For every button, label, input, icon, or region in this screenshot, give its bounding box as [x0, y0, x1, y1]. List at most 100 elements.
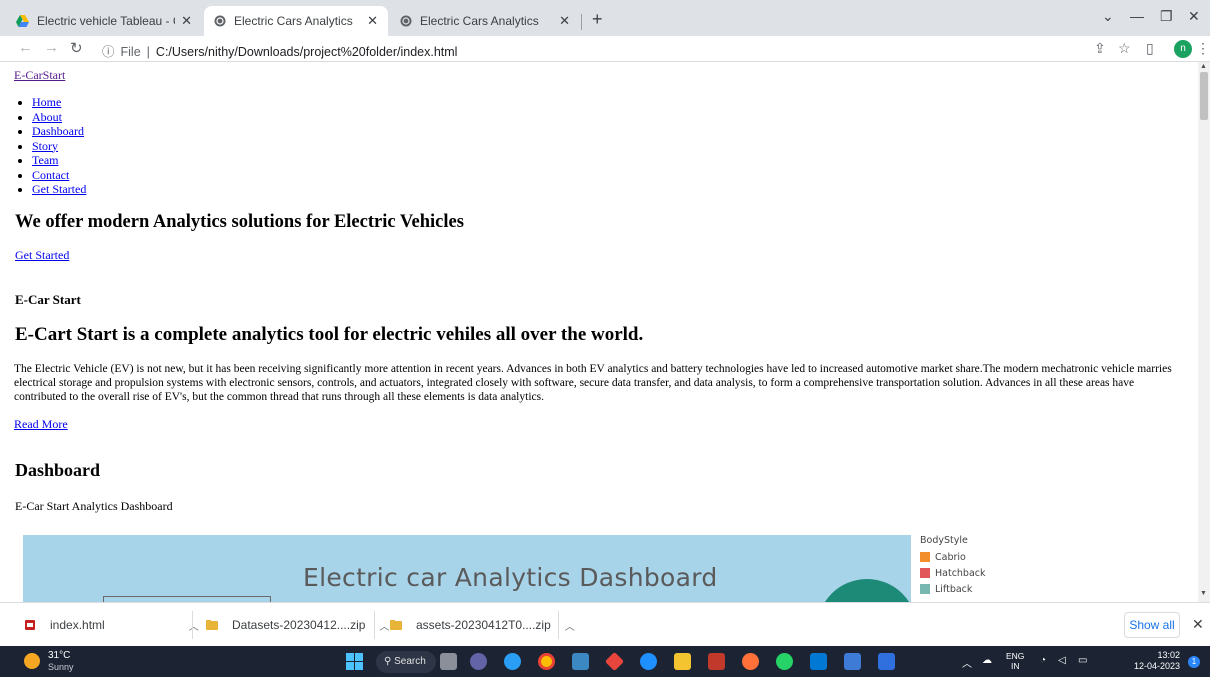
- battery-icon[interactable]: ▭: [1078, 655, 1087, 666]
- forward-arrow-icon[interactable]: →: [44, 39, 59, 56]
- taskbar-search-box[interactable]: ⚲ Search: [376, 651, 436, 673]
- download-divider: [558, 611, 559, 639]
- new-tab-button[interactable]: +: [592, 9, 603, 30]
- download-shelf: index.html ︿ Datasets-20230412....zip ︿ …: [0, 602, 1210, 646]
- weather-condition[interactable]: Sunny: [48, 662, 74, 672]
- tab-electric-cars-analytics[interactable]: Electric Cars Analytics ✕: [390, 6, 580, 36]
- wifi-icon[interactable]: ◔: [1040, 655, 1046, 666]
- info-icon[interactable]: ⓘ: [102, 45, 115, 59]
- microsoft-store-icon[interactable]: [572, 653, 589, 670]
- zip-folder-icon: [390, 620, 402, 630]
- chevron-up-icon[interactable]: ︿: [189, 618, 199, 633]
- nav-link-get-started[interactable]: Get Started: [32, 182, 86, 196]
- vscode-icon[interactable]: [810, 653, 827, 670]
- close-icon[interactable]: ✕: [367, 13, 378, 29]
- page-viewport: E-CarStart Home About Dashboard Story Te…: [0, 62, 1198, 602]
- app-diamond-icon[interactable]: [604, 651, 625, 672]
- nav-item-story: Story: [32, 139, 86, 154]
- legend-item-cabrio[interactable]: Cabrio: [920, 549, 986, 565]
- clock-time: 13:02: [1157, 650, 1180, 660]
- app-blue-icon[interactable]: [640, 653, 657, 670]
- tab-google-drive[interactable]: Electric vehicle Tableau - Google ✕: [6, 6, 202, 36]
- html-file-icon: [25, 620, 35, 630]
- download-item-datasets-zip[interactable]: Datasets-20230412....zip ︿: [206, 603, 389, 647]
- onedrive-icon[interactable]: ☁: [982, 655, 992, 666]
- tab-search-chevron-icon[interactable]: ⌄: [1102, 8, 1114, 25]
- about-title: E-Cart Start is a complete analytics too…: [15, 324, 644, 345]
- nav-item-contact: Contact: [32, 168, 86, 183]
- download-filename: Datasets-20230412....zip: [232, 618, 366, 632]
- chevron-up-icon[interactable]: ︿: [962, 655, 972, 670]
- close-window-button[interactable]: ✕: [1188, 8, 1200, 25]
- close-icon[interactable]: ✕: [181, 13, 192, 29]
- notification-badge[interactable]: 1: [1188, 656, 1200, 668]
- restore-button[interactable]: ❐: [1160, 8, 1173, 25]
- scroll-up-arrow-icon[interactable]: ▲: [1200, 63, 1207, 70]
- firefox-icon[interactable]: [742, 653, 759, 670]
- scrollbar-thumb[interactable]: [1200, 72, 1208, 120]
- legend-swatch: [920, 552, 930, 562]
- nav-link-contact[interactable]: Contact: [32, 168, 69, 182]
- back-arrow-icon[interactable]: ←: [18, 39, 33, 56]
- edge-browser-icon[interactable]: [504, 653, 521, 670]
- url-scheme-label: File: [120, 45, 141, 59]
- whatsapp-icon[interactable]: [776, 653, 793, 670]
- app-shield-icon[interactable]: [708, 653, 725, 670]
- tableau-embed[interactable]: Electric car Analytics Dashboard: [23, 535, 911, 602]
- nav-link-story[interactable]: Story: [32, 139, 58, 153]
- download-item-index-html[interactable]: index.html ︿: [24, 603, 199, 647]
- windows-start-icon[interactable]: [346, 653, 363, 670]
- download-divider: [192, 611, 193, 639]
- nav-link-about[interactable]: About: [32, 110, 62, 124]
- scroll-down-arrow-icon[interactable]: ▼: [1200, 590, 1207, 597]
- hero-title: We offer modern Analytics solutions for …: [15, 212, 464, 232]
- weather-temperature[interactable]: 31°C: [48, 650, 70, 661]
- minimize-button[interactable]: —: [1130, 8, 1144, 24]
- dashboard-subtitle: E-Car Start Analytics Dashboard: [15, 499, 173, 513]
- legend-item-liftback[interactable]: Liftback: [920, 581, 986, 597]
- get-started-link[interactable]: Get Started: [15, 248, 69, 263]
- share-icon[interactable]: ⇪: [1094, 40, 1106, 57]
- page-scrollbar[interactable]: ▲ ▼: [1198, 62, 1210, 602]
- teams-chat-icon[interactable]: [470, 653, 487, 670]
- tab-title: Electric Cars Analytics: [234, 14, 353, 28]
- side-panel-icon[interactable]: ▯: [1146, 40, 1154, 57]
- tab-title: Electric Cars Analytics: [420, 14, 539, 28]
- nav-link-dashboard[interactable]: Dashboard: [32, 124, 84, 138]
- chevron-up-icon[interactable]: ︿: [565, 618, 575, 633]
- url-field[interactable]: ⓘ File | C:/Users/nithy/Downloads/project%2…: [102, 41, 457, 60]
- legend-item-hatchback[interactable]: Hatchback: [920, 565, 986, 581]
- tableau-dashboard-title: Electric car Analytics Dashboard: [303, 563, 718, 592]
- search-icon: ⚲: [384, 656, 395, 667]
- volume-icon[interactable]: ◁: [1058, 655, 1066, 666]
- file-explorer-icon[interactable]: [674, 653, 691, 670]
- profile-avatar[interactable]: n: [1174, 40, 1192, 58]
- star-icon[interactable]: ☆: [1118, 40, 1131, 57]
- legend-swatch: [920, 584, 930, 594]
- show-all-downloads-button[interactable]: Show all: [1124, 612, 1180, 638]
- legend-label: Liftback: [935, 583, 973, 595]
- reload-icon[interactable]: ↻: [70, 39, 83, 57]
- notepad-icon[interactable]: [878, 653, 895, 670]
- app-grid-icon[interactable]: [844, 653, 861, 670]
- nav-link-home[interactable]: Home: [32, 95, 61, 109]
- sun-icon[interactable]: [24, 653, 40, 669]
- task-view-icon[interactable]: [440, 653, 457, 670]
- chevron-up-icon[interactable]: ︿: [379, 618, 389, 633]
- close-icon[interactable]: ✕: [559, 13, 570, 29]
- tab-electric-cars-analytics-active[interactable]: Electric Cars Analytics ✕: [204, 6, 388, 36]
- brand-link[interactable]: E-CarStart: [14, 68, 65, 83]
- system-clock[interactable]: 13:02 12-04-2023: [1120, 650, 1180, 672]
- chrome-browser-icon[interactable]: [538, 653, 555, 670]
- language-indicator[interactable]: ENG IN: [1006, 651, 1024, 671]
- tableau-pie-chart[interactable]: [817, 579, 911, 602]
- globe-icon: [400, 15, 412, 27]
- read-more-link[interactable]: Read More: [14, 417, 68, 432]
- download-item-assets-zip[interactable]: assets-20230412T0....zip ︿: [390, 603, 575, 647]
- menu-dots-icon[interactable]: ⋮: [1196, 40, 1210, 57]
- nav-link-team[interactable]: Team: [32, 153, 58, 167]
- nav-item-dashboard: Dashboard: [32, 124, 86, 139]
- close-icon[interactable]: ✕: [1192, 616, 1204, 633]
- url-text: C:/Users/nithy/Downloads/project%20folde…: [155, 45, 458, 59]
- address-bar: ← → ↻ ⓘ File | C:/Users/nithy/Downloads/pro…: [0, 36, 1210, 62]
